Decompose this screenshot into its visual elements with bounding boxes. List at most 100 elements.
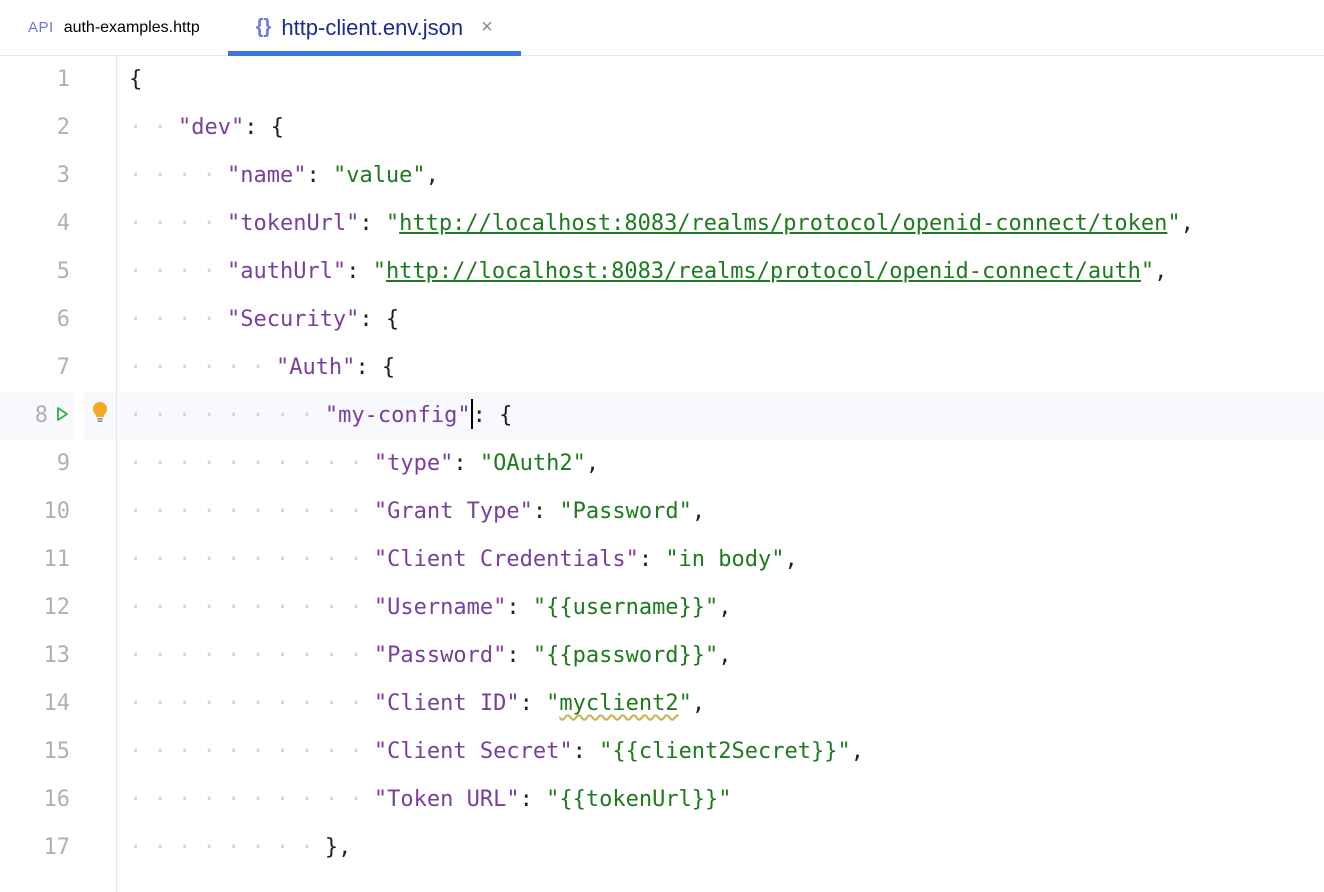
json-key: "Security" bbox=[227, 296, 359, 344]
tab-bar: API auth-examples.http {} http-client.en… bbox=[0, 0, 1324, 56]
json-string: "Password" bbox=[559, 488, 691, 536]
gutter-line[interactable]: 8 bbox=[0, 392, 74, 440]
line-number: 8 bbox=[35, 392, 48, 440]
code-line[interactable]: · · · · · · · · · · "Token URL": "{{toke… bbox=[117, 776, 1324, 824]
punctuation: : bbox=[520, 680, 547, 728]
punctuation: , bbox=[851, 728, 864, 776]
gutter-line[interactable]: 6 bbox=[0, 296, 74, 344]
line-number: 7 bbox=[57, 344, 70, 392]
json-key: "Auth" bbox=[276, 344, 355, 392]
json-string: "{{tokenUrl}}" bbox=[546, 776, 731, 824]
json-string: "OAuth2" bbox=[480, 440, 586, 488]
gutter-line[interactable]: 16 bbox=[0, 776, 74, 824]
code-line[interactable]: · · · · "authUrl": "http://localhost:808… bbox=[117, 248, 1324, 296]
json-string: " bbox=[373, 248, 386, 296]
bulb-row bbox=[84, 104, 116, 152]
json-string: " bbox=[546, 680, 559, 728]
punctuation: : bbox=[506, 632, 533, 680]
whitespace-dots: · · · · · · · · · · bbox=[129, 632, 374, 680]
whitespace-dots: · · · · · · · · · · bbox=[129, 440, 374, 488]
tab-http-client-env[interactable]: {} http-client.env.json × bbox=[228, 0, 521, 56]
line-number: 5 bbox=[57, 248, 70, 296]
gutter-line[interactable]: 10 bbox=[0, 488, 74, 536]
code-line[interactable]: · · · · · · · · }, bbox=[117, 824, 1324, 872]
punctuation: }, bbox=[325, 824, 352, 872]
whitespace-dots: · · · · · · bbox=[129, 344, 276, 392]
code-line[interactable]: · · "dev": { bbox=[117, 104, 1324, 152]
gutter-line[interactable]: 9 bbox=[0, 440, 74, 488]
code-line[interactable]: · · · · · · · · · · "Client ID": "myclie… bbox=[117, 680, 1324, 728]
json-key: "my-config" bbox=[325, 392, 471, 440]
tab-label: auth-examples.http bbox=[64, 19, 200, 37]
gutter-line[interactable]: 3 bbox=[0, 152, 74, 200]
gutter-line[interactable]: 15 bbox=[0, 728, 74, 776]
code-line[interactable]: · · · · · · · · · · "Grant Type": "Passw… bbox=[117, 488, 1324, 536]
whitespace-dots: · · · · bbox=[129, 152, 227, 200]
bulb-row bbox=[84, 200, 116, 248]
code-line[interactable]: · · · · · · · · · · "Client Secret": "{{… bbox=[117, 728, 1324, 776]
punctuation: : { bbox=[473, 392, 513, 440]
code-line[interactable]: · · · · · · · · · · "Username": "{{usern… bbox=[117, 584, 1324, 632]
gutter-line[interactable]: 13 bbox=[0, 632, 74, 680]
text-cursor bbox=[471, 399, 473, 429]
code-line[interactable]: · · · · "name": "value", bbox=[117, 152, 1324, 200]
json-key: "type" bbox=[374, 440, 453, 488]
whitespace-dots: · · · · bbox=[129, 248, 227, 296]
code-line[interactable]: · · · · · · "Auth": { bbox=[117, 344, 1324, 392]
json-key: "tokenUrl" bbox=[227, 200, 359, 248]
gutter-line[interactable]: 5 bbox=[0, 248, 74, 296]
punctuation: : bbox=[573, 728, 600, 776]
line-number: 11 bbox=[44, 536, 71, 584]
punctuation: : bbox=[346, 248, 373, 296]
code-line[interactable]: { bbox=[117, 56, 1324, 104]
line-number: 13 bbox=[44, 632, 71, 680]
code-line[interactable]: · · · · · · · · · · "type": "OAuth2", bbox=[117, 440, 1324, 488]
close-icon[interactable]: × bbox=[481, 16, 493, 39]
code-editor[interactable]: 1234567891011121314151617 {· · "dev": {·… bbox=[0, 56, 1324, 892]
url-link[interactable]: http://localhost:8083/realms/protocol/op… bbox=[386, 248, 1141, 296]
punctuation: : bbox=[533, 488, 560, 536]
whitespace-dots: · · · · · · · · · · bbox=[129, 680, 374, 728]
gutter-line[interactable]: 4 bbox=[0, 200, 74, 248]
punctuation: : bbox=[639, 536, 666, 584]
code-line[interactable]: · · · · · · · · · · "Client Credentials"… bbox=[117, 536, 1324, 584]
tab-auth-examples[interactable]: API auth-examples.http bbox=[0, 0, 228, 56]
punctuation: { bbox=[129, 56, 142, 104]
gutter-line[interactable]: 2 bbox=[0, 104, 74, 152]
whitespace-dots: · · · · · · · · bbox=[129, 392, 325, 440]
code-area[interactable]: {· · "dev": {· · · · "name": "value",· ·… bbox=[116, 56, 1324, 892]
gutter-line[interactable]: 14 bbox=[0, 680, 74, 728]
json-string: "{{password}}" bbox=[533, 632, 718, 680]
json-key: "Client Secret" bbox=[374, 728, 573, 776]
intention-bulb-column bbox=[84, 56, 116, 892]
gutter-line[interactable]: 1 bbox=[0, 56, 74, 104]
gutter-line[interactable]: 12 bbox=[0, 584, 74, 632]
code-line[interactable]: · · · · "tokenUrl": "http://localhost:80… bbox=[117, 200, 1324, 248]
code-line[interactable]: · · · · · · · · · · "Password": "{{passw… bbox=[117, 632, 1324, 680]
bulb-row bbox=[84, 344, 116, 392]
bulb-row bbox=[84, 536, 116, 584]
bulb-row bbox=[84, 392, 116, 440]
punctuation: : bbox=[453, 440, 480, 488]
json-key: "dev" bbox=[178, 104, 244, 152]
whitespace-dots: · · · · · · · · · · bbox=[129, 728, 374, 776]
gutter-line[interactable]: 7 bbox=[0, 344, 74, 392]
whitespace-dots: · · · · bbox=[129, 200, 227, 248]
gutter-line[interactable]: 17 bbox=[0, 824, 74, 872]
code-line[interactable]: · · · · "Security": { bbox=[117, 296, 1324, 344]
bulb-row bbox=[84, 632, 116, 680]
run-icon[interactable] bbox=[54, 392, 70, 440]
lightbulb-icon[interactable] bbox=[91, 392, 109, 440]
json-braces-icon: {} bbox=[256, 16, 272, 39]
json-string: "{{username}}" bbox=[533, 584, 718, 632]
json-key: "Grant Type" bbox=[374, 488, 533, 536]
json-string: " bbox=[1167, 200, 1180, 248]
punctuation: , bbox=[718, 584, 731, 632]
punctuation: , bbox=[586, 440, 599, 488]
code-line[interactable]: · · · · · · · · "my-config": { bbox=[117, 392, 1324, 440]
whitespace-dots: · · · · · · · · · · bbox=[129, 776, 374, 824]
gutter-line[interactable]: 11 bbox=[0, 536, 74, 584]
json-key: "authUrl" bbox=[227, 248, 346, 296]
url-link[interactable]: http://localhost:8083/realms/protocol/op… bbox=[399, 200, 1167, 248]
punctuation: : { bbox=[355, 344, 395, 392]
